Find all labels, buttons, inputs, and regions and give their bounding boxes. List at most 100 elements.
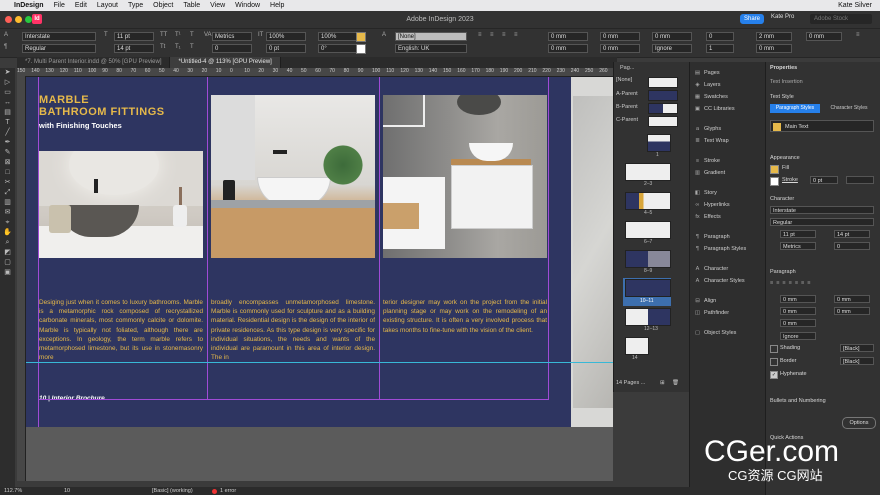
horizontal-ruler[interactable]: 150 140 130 120 110 100 90 80 70 60 50 40 30 20 10 0 10 2… — [17, 68, 613, 77]
font-size-field[interactable]: 11 pt — [114, 32, 154, 41]
space-before-field[interactable]: 0 mm — [652, 32, 692, 41]
justify-button[interactable]: ≡ — [514, 32, 518, 38]
prop-font-family-select[interactable]: Interstate — [770, 206, 874, 214]
preflight-profile[interactable]: [Basic] (working) — [152, 488, 193, 494]
panel-glyphs[interactable]: a Glyphs — [694, 126, 721, 132]
tab-multi-parent-interior[interactable]: *7. Multi Parent Interior.indd @ 50% [GP… — [17, 57, 171, 68]
superscript-button[interactable]: T¹ — [175, 32, 181, 38]
heading-bathroom-fittings[interactable]: BATHROOM FITTINGS — [39, 106, 165, 118]
page-1-thumb[interactable] — [647, 134, 671, 152]
leading-field[interactable]: 14 pt — [114, 44, 154, 53]
master-c-parent[interactable]: C-Parent — [616, 117, 638, 123]
character-style-select[interactable]: [None] — [395, 32, 467, 41]
last-line-indent-field[interactable]: 0 mm — [600, 44, 640, 53]
panel-stroke[interactable]: ≡ Stroke — [694, 158, 720, 164]
account-name[interactable]: Kate Pro — [771, 14, 794, 20]
border-color-select[interactable]: [Black] — [840, 357, 874, 365]
line-tool-icon[interactable]: ╱ — [0, 128, 15, 138]
pen-tool-icon[interactable]: ✒ — [0, 138, 15, 148]
rectangle-tool-icon[interactable]: □ — [0, 168, 15, 178]
character-mode-icon[interactable]: A — [4, 32, 8, 38]
panel-layers[interactable]: ◈ Layers — [694, 82, 720, 88]
fill-swatch[interactable] — [770, 165, 779, 174]
menu-type[interactable]: Type — [128, 2, 143, 9]
columns-field[interactable]: 1 — [706, 44, 734, 53]
prop-font-style-select[interactable]: Regular — [770, 218, 874, 226]
menu-user[interactable]: Kate Silver — [838, 2, 872, 9]
prop-left-indent-field[interactable]: 0 mm — [780, 295, 816, 303]
zoom-level[interactable]: 112.7% — [4, 488, 22, 494]
hyphenate-checkbox[interactable]: ✓ — [770, 371, 778, 379]
vanity-photo-frame[interactable] — [211, 95, 375, 258]
panel-character[interactable]: A Character — [694, 266, 729, 272]
panel-story[interactable]: ◧ Story — [694, 190, 717, 196]
paragraph-styles-tab[interactable]: Paragraph Styles — [770, 104, 820, 113]
panel-effects[interactable]: fx Effects — [694, 214, 720, 220]
spread-4-5-thumb[interactable] — [625, 192, 671, 210]
vertical-ruler[interactable] — [17, 76, 26, 481]
align-right-button[interactable]: ≡ — [502, 32, 506, 38]
baseline-grid-field[interactable]: 0 mm — [756, 44, 792, 53]
fill-stroke-icon[interactable]: ◩ — [0, 248, 15, 258]
page-tool-icon[interactable]: ▭ — [0, 88, 15, 98]
menu-app-name[interactable]: InDesign — [14, 2, 44, 9]
hand-tool-icon[interactable]: ✋ — [0, 228, 15, 238]
prop-space-before-field[interactable]: 0 mm — [780, 319, 816, 327]
menu-table[interactable]: Table — [183, 2, 200, 9]
basin-photo-frame[interactable] — [39, 151, 203, 258]
shading-color-select[interactable]: [Black] — [840, 344, 874, 352]
baseline-shift-field[interactable]: 0 pt — [266, 44, 306, 53]
spread-10-11-thumb[interactable] — [625, 279, 671, 297]
font-style-select[interactable]: Regular — [22, 44, 96, 53]
properties-tab[interactable]: Properties — [770, 65, 797, 71]
formatting-affects-container-icon[interactable]: ▢ — [0, 258, 15, 268]
language-select[interactable]: English: UK — [395, 44, 467, 53]
drop-cap-lines-field[interactable]: 0 — [706, 32, 734, 41]
panel-gradient[interactable]: ▥ Gradient — [694, 170, 725, 176]
spread-8-9-thumb[interactable] — [625, 250, 671, 268]
screen-mode-icon[interactable]: ▣ — [0, 268, 15, 278]
master-a-parent[interactable]: A-Parent — [616, 91, 638, 97]
content-collector-icon[interactable]: ▤ — [0, 108, 15, 118]
border-checkbox[interactable] — [770, 358, 778, 366]
tracking-field[interactable]: 0 — [212, 44, 252, 53]
font-family-select[interactable]: Interstate — [22, 32, 96, 41]
delete-page-icon[interactable]: 🗑 — [672, 380, 679, 386]
pages-panel-title[interactable]: Pag... — [620, 65, 634, 71]
right-indent-field[interactable]: 0 mm — [600, 32, 640, 41]
panel-text-wrap[interactable]: ≣ Text Wrap — [694, 138, 728, 144]
prop-font-size-field[interactable]: 11 pt — [780, 230, 816, 238]
paragraph-align-buttons[interactable]: ≡≡≡≡≡≡≡ — [770, 280, 813, 286]
stroke-label[interactable]: Stroke — [782, 177, 798, 183]
prop-kerning-select[interactable]: Metrics — [780, 242, 816, 250]
tab-untitled-4[interactable]: *Untitled-4 @ 113% [GPU Preview] — [170, 57, 281, 68]
stroke-swatch[interactable] — [770, 177, 779, 186]
control-bar-menu-icon[interactable]: ≡ — [856, 32, 860, 38]
spread-2-3-thumb[interactable] — [625, 163, 671, 181]
stroke-weight-field[interactable]: 0 pt — [810, 176, 838, 184]
master-b-thumb[interactable] — [648, 103, 678, 114]
strikethrough-button[interactable]: T — [190, 44, 194, 50]
panel-hyperlinks[interactable]: ∞ Hyperlinks — [694, 202, 730, 208]
spread-12-13-thumb[interactable] — [625, 308, 671, 326]
pencil-tool-icon[interactable]: ✎ — [0, 148, 15, 158]
free-transform-tool-icon[interactable]: ⤢ — [0, 188, 15, 198]
character-styles-tab[interactable]: Character Styles — [823, 104, 875, 113]
panel-swatches[interactable]: ▦ Swatches — [694, 94, 728, 100]
menu-layout[interactable]: Layout — [97, 2, 118, 9]
first-line-indent-field[interactable]: 0 mm — [548, 44, 588, 53]
prop-right-indent-field[interactable]: 0 mm — [834, 295, 870, 303]
prop-first-indent-field[interactable]: 0 mm — [780, 307, 816, 315]
master-none[interactable]: [None] — [616, 77, 632, 83]
shading-checkbox[interactable] — [770, 345, 778, 353]
direct-selection-tool-icon[interactable]: ▷ — [0, 78, 15, 88]
menu-view[interactable]: View — [210, 2, 225, 9]
stroke-type-select[interactable] — [846, 176, 874, 184]
paragraph-style-select[interactable]: Main Text — [770, 120, 874, 132]
master-a-thumb[interactable] — [648, 90, 678, 101]
menu-object[interactable]: Object — [153, 2, 173, 9]
subheading[interactable]: with Finishing Touches — [39, 121, 122, 130]
gutter-field[interactable]: 2 mm — [756, 32, 792, 41]
body-text-column-2[interactable]: broadly encompasses unmetamorphosed lime… — [211, 298, 375, 364]
align-center-button[interactable]: ≡ — [490, 32, 494, 38]
